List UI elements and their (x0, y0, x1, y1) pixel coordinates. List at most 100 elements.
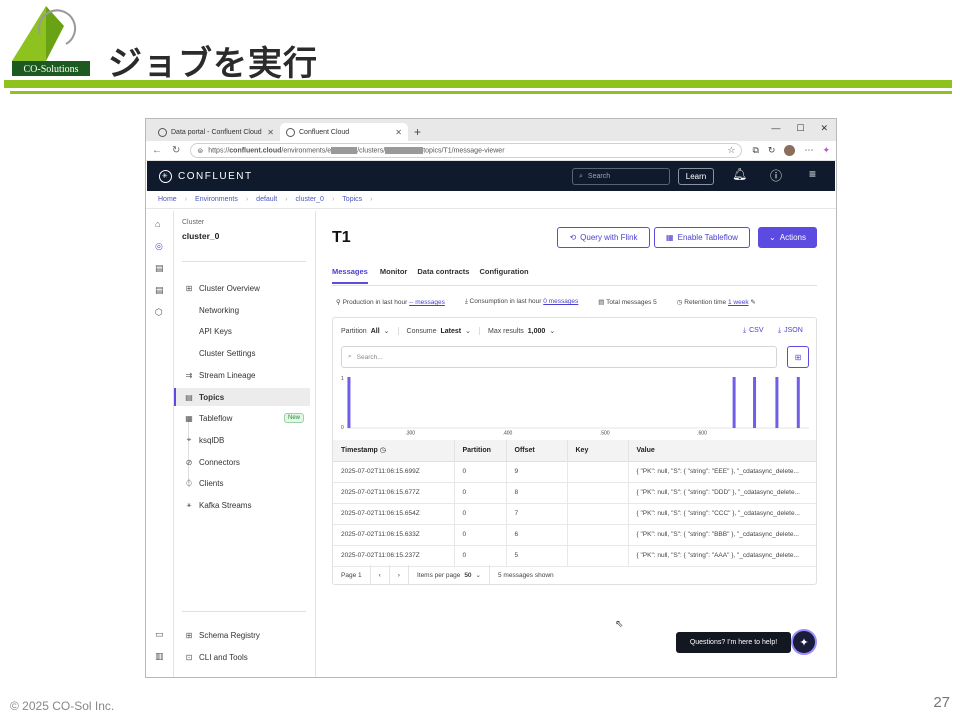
close-tab-icon[interactable]: ✕ (267, 128, 274, 137)
enable-tableflow-button[interactable]: ▦ Enable Tableflow (654, 227, 750, 248)
retention-value[interactable]: 1 week (728, 299, 749, 306)
sidebar-item-schema-registry[interactable]: ⊞ Schema Registry (174, 626, 310, 644)
back-arrow-icon[interactable]: ← (152, 145, 162, 156)
tab-monitor[interactable]: Monitor (380, 267, 418, 284)
notifications-bell-icon[interactable]: 🔔︎ (732, 167, 747, 181)
url-field[interactable]: ⊜ https://confluent.cloud/environments/e… (190, 143, 743, 158)
sidebar-item-label: Tableflow (199, 413, 233, 423)
browser-tab-confluent-cloud[interactable]: Confluent Cloud ✕ (280, 123, 408, 141)
breadcrumb-default[interactable]: default (256, 196, 277, 203)
close-tab-icon[interactable]: ✕ (395, 128, 402, 137)
extensions-icon[interactable]: ⧉ (752, 145, 758, 156)
close-window-icon[interactable]: ✕ (820, 123, 828, 134)
chart-bar[interactable] (347, 377, 351, 428)
column-settings-button[interactable]: ⊞ (787, 346, 809, 368)
sidebar-item-cluster-settings[interactable]: Cluster Settings (174, 344, 310, 362)
sidebar-item-api-keys[interactable]: API Keys (174, 322, 310, 340)
hamburger-menu-icon[interactable]: ≡ (809, 167, 816, 181)
table-row[interactable]: 2025-07-02T11:06:15.237Z 0 5 { "PK": nul… (333, 545, 816, 567)
table-row[interactable]: 2025-07-02T11:06:15.699Z 0 9 { "PK": nul… (333, 461, 816, 483)
max-results-select[interactable]: Max results 1,000 ⌄ (488, 327, 563, 336)
assistant-sparkle-button[interactable]: ✦ (791, 629, 817, 655)
billing-icon[interactable]: ▥ (155, 651, 164, 662)
table-row[interactable]: 2025-07-02T11:06:15.633Z 0 6 { "PK": nul… (333, 524, 816, 546)
package-icon[interactable]: ⬡ (155, 307, 163, 318)
cluster-icon[interactable]: ◎ (155, 241, 163, 252)
column-header-offset[interactable]: Offset (506, 440, 568, 462)
chart-bar[interactable] (753, 377, 757, 428)
reload-icon[interactable]: ↻ (172, 145, 180, 156)
edit-icon[interactable]: ✎ (750, 299, 755, 306)
breadcrumb-environments[interactable]: Environments (195, 196, 238, 203)
partition-label: Partition (341, 327, 367, 335)
next-page-chevron-icon[interactable]: › (390, 565, 409, 585)
prev-page-chevron-icon[interactable]: ‹ (371, 565, 390, 585)
learn-button[interactable]: Learn (678, 168, 714, 185)
download-json-button[interactable]: ⤓ JSON (778, 327, 803, 335)
sync-icon[interactable]: ↻ (768, 145, 776, 156)
download-csv-button[interactable]: ⤓ CSV (743, 327, 764, 335)
button-label: Actions (779, 233, 806, 242)
sidebar-item-clients[interactable]: ⏀ Clients (174, 474, 310, 492)
column-header-timestamp[interactable]: Timestamp ◷ (333, 440, 455, 462)
chat-icon[interactable]: ▭ (155, 629, 164, 640)
site-info-icon[interactable]: ⊜ (197, 147, 203, 155)
query-with-flink-button[interactable]: ⟲ Query with Flink (557, 227, 650, 248)
bookmark-star-icon[interactable]: ☆ (727, 145, 735, 156)
production-value[interactable]: -- messages (409, 299, 445, 306)
confluent-logo[interactable]: ✳ CONFLUENT (159, 169, 253, 183)
breadcrumb-topics[interactable]: Topics (342, 196, 362, 203)
consume-label: Consume (406, 327, 437, 335)
sidebar-item-kafka-streams[interactable]: ⚹ Kafka Streams (174, 496, 310, 514)
profile-avatar[interactable] (784, 145, 796, 156)
partition-select[interactable]: Partition All ⌄ (341, 327, 399, 335)
sidebar-item-stream-lineage[interactable]: ⇉ Stream Lineage (174, 366, 310, 384)
chart-y-tick-label: 0 (341, 425, 344, 431)
sidebar-item-ksqldb[interactable]: ⌖ ksqlDB (174, 431, 310, 449)
consume-select[interactable]: Consume Latest ⌄ (407, 327, 480, 335)
actions-button[interactable]: ⌄ Actions (758, 227, 817, 248)
tab-data-contracts[interactable]: Data contracts (417, 267, 479, 284)
chart-x-tick-label: .500 (600, 431, 610, 436)
list-icon[interactable]: ▤ (155, 285, 164, 296)
table-row[interactable]: 2025-07-02T11:06:15.654Z 0 7 { "PK": nul… (333, 503, 816, 525)
sidebar-item-tableflow[interactable]: ▦ Tableflow New (174, 409, 310, 427)
table-pagination: Page 1 ‹ › Items per page 50 ⌄ 5 message… (333, 565, 816, 585)
consumption-value[interactable]: 0 messages (543, 298, 578, 305)
column-header-key[interactable]: Key (567, 440, 629, 462)
more-menu-icon[interactable]: ⋯ (804, 145, 813, 156)
table-row[interactable]: 2025-07-02T11:06:15.677Z 0 8 { "PK": nul… (333, 482, 816, 504)
sidebar-item-connectors[interactable]: ⊘ Connectors (174, 453, 310, 471)
breadcrumb-home[interactable]: Home (158, 196, 177, 203)
message-search-input[interactable]: ⌕ Search... (341, 346, 777, 368)
help-question-icon[interactable]: ⓘ (770, 167, 782, 184)
chart-bar[interactable] (775, 377, 779, 428)
consumption-label: Consumption in last hour (469, 298, 542, 305)
sidebar-item-cli-tools[interactable]: ⊡ CLI and Tools (174, 648, 310, 666)
minimize-icon[interactable]: — (771, 123, 780, 134)
sidebar-item-networking[interactable]: Networking (174, 301, 310, 319)
maximize-icon[interactable]: ☐ (796, 123, 804, 134)
sidebar-item-cluster-overview[interactable]: ⊞ Cluster Overview (174, 279, 310, 297)
tab-configuration[interactable]: Configuration (479, 267, 538, 284)
search-icon: ⌕ (348, 353, 352, 360)
global-search-input[interactable]: ⌕ Search (572, 168, 670, 185)
schema-icon: ⊞ (185, 630, 193, 640)
column-header-value[interactable]: Value (628, 440, 816, 462)
copilot-icon[interactable]: ✦ (822, 145, 830, 156)
breadcrumb-cluster[interactable]: cluster_0 (296, 196, 324, 203)
production-label: Production in last hour (342, 299, 408, 306)
home-icon[interactable]: ⌂ (155, 219, 160, 229)
cluster-name[interactable]: cluster_0 (182, 231, 219, 241)
items-per-page-select[interactable]: Items per page 50 ⌄ (409, 565, 490, 585)
messages-panel: Partition All ⌄ Consume Latest ⌄ Max res… (332, 317, 817, 585)
chart-bar[interactable] (796, 377, 800, 428)
column-header-partition[interactable]: Partition (454, 440, 507, 462)
document-icon[interactable]: ▤ (155, 263, 164, 274)
sidebar-item-topics[interactable]: ▤ Topics (174, 388, 310, 406)
new-tab-plus-icon[interactable]: + (414, 125, 421, 139)
browser-tab-data-portal[interactable]: Data portal - Confluent Cloud ✕ (152, 123, 280, 141)
tab-messages[interactable]: Messages (332, 267, 368, 284)
sidebar-item-label: Clients (199, 478, 224, 488)
chart-bar[interactable] (732, 377, 736, 428)
